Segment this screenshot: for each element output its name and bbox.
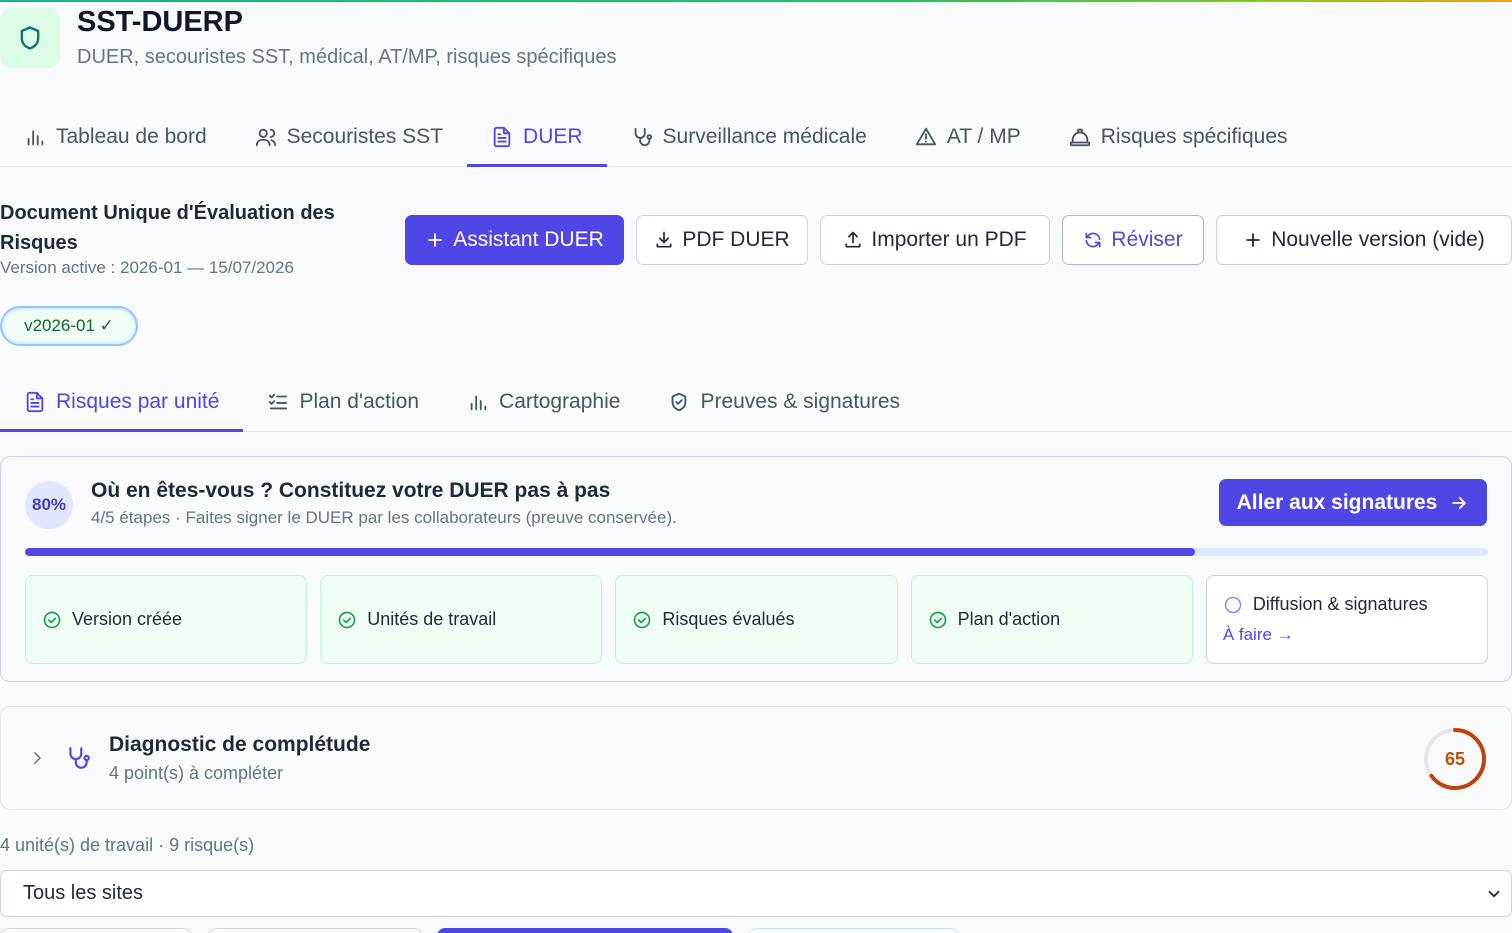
tab-label: Plan d'action (299, 389, 420, 413)
hardhat-icon (1069, 128, 1090, 147)
plus-icon (428, 233, 442, 247)
check-circle-icon (634, 611, 651, 628)
warning-icon (915, 127, 936, 146)
diagnostic-title: Diagnostic de complétude (109, 733, 371, 756)
progress-percent: 80% (25, 481, 73, 529)
tab-duer[interactable]: DUER (467, 108, 607, 167)
tab-tableau-de-bord[interactable]: Tableau de bord (0, 108, 231, 166)
document-icon (493, 126, 511, 148)
steps-list: Version créée Unités de travail Risques … (25, 575, 1489, 664)
version-line: Version active : 2026-01 — 15/07/2026 (0, 258, 294, 277)
top-accent-line (0, 0, 1512, 2)
step-label: Plan d'action (957, 609, 1061, 629)
tab-label: Tableau de bord (56, 125, 207, 148)
shield-check-icon (672, 392, 687, 411)
app-title: SST-DUERP (77, 6, 243, 38)
todo-link[interactable]: À faire → (1223, 625, 1294, 645)
reviser-button[interactable]: Réviser (1062, 215, 1204, 265)
partial-unit-cards (0, 928, 1512, 933)
unit-card[interactable] (208, 928, 422, 933)
app-subtitle: DUER, secouristes SST, médical, AT/MP, r… (77, 46, 617, 68)
new-version-button[interactable]: Nouvelle version (vide) (1216, 215, 1512, 265)
button-label: Réviser (1111, 228, 1183, 251)
check-circle-icon (43, 611, 61, 628)
import-pdf-button[interactable]: Importer un PDF (820, 215, 1050, 265)
bar-chart-icon (470, 395, 487, 410)
unit-card-active[interactable] (437, 928, 733, 933)
document-title: Document Unique d'Évaluation des Risques (0, 202, 335, 254)
tab-risques-par-unite[interactable]: Risques par unité (0, 372, 244, 432)
tab-label: Cartographie (499, 389, 621, 413)
diagnostic-card[interactable]: Diagnostic de complétude 4 point(s) à co… (0, 706, 1512, 810)
pdf-duer-button[interactable]: PDF DUER (636, 215, 808, 265)
unit-card[interactable] (748, 928, 958, 933)
empty-circle-icon (1224, 596, 1242, 613)
main-tabs: Tableau de bord Secouristes SST DUER Sur… (0, 108, 1512, 167)
tab-preuves-signatures[interactable]: Preuves & signatures (644, 372, 924, 431)
progress-subtitle: 4/5 étapes · Faites signer le DUER par l… (91, 508, 677, 527)
step-plan-action[interactable]: Plan d'action (910, 575, 1193, 664)
step-label: Unités de travail (367, 609, 497, 629)
site-select[interactable]: Tous les sites (0, 870, 1512, 917)
check-circle-icon (338, 611, 356, 628)
units-summary: 4 unité(s) de travail · 9 risque(s) (0, 835, 255, 855)
stethoscope-icon (69, 747, 90, 769)
progress-bar (25, 548, 1488, 556)
step-label: Diffusion & signatures (1252, 594, 1428, 614)
refresh-icon (1085, 232, 1101, 248)
progress-title: Où en êtes-vous ? Constituez votre DUER … (91, 479, 611, 502)
site-select-value: Tous les sites (23, 882, 144, 904)
tab-plan-action[interactable]: Plan d'action (243, 372, 443, 431)
step-unites-de-travail[interactable]: Unités de travail (320, 575, 603, 664)
go-to-signatures-button[interactable]: Aller aux signatures (1219, 479, 1487, 526)
tab-label: AT / MP (946, 125, 1021, 148)
button-label: Nouvelle version (vide) (1271, 228, 1485, 251)
app-logo (0, 8, 60, 68)
users-icon (255, 128, 276, 147)
version-pill[interactable]: v2026-01 ✓ (0, 306, 138, 346)
tab-label: Risques spécifiques (1100, 125, 1288, 148)
shield-icon (20, 26, 40, 50)
step-label: Risques évalués (662, 609, 795, 629)
step-version-creee[interactable]: Version créée (25, 575, 308, 664)
button-label: PDF DUER (682, 228, 790, 251)
unit-card[interactable] (0, 928, 192, 933)
progress-bar-fill (25, 548, 1196, 556)
stethoscope-icon (634, 127, 652, 147)
tab-label: Surveillance médicale (662, 125, 867, 148)
bar-chart-icon (27, 130, 44, 146)
tab-label: Preuves & signatures (700, 389, 901, 413)
score-value: 65 (1444, 748, 1466, 769)
tab-label: Secouristes SST (286, 125, 444, 148)
tab-risques-specifiques[interactable]: Risques spécifiques (1045, 108, 1312, 166)
download-icon (656, 231, 672, 248)
upload-icon (845, 231, 861, 248)
plus-icon (1246, 233, 1260, 247)
tab-surveillance-medicale[interactable]: Surveillance médicale (607, 108, 891, 166)
chevron-right-icon[interactable] (28, 749, 46, 767)
sub-tabs: Risques par unité Plan d'action Cartogra… (0, 372, 1512, 432)
arrow-right-icon (1452, 496, 1467, 509)
tab-at-mp[interactable]: AT / MP (891, 108, 1045, 166)
step-label: Version créée (72, 609, 183, 629)
step-diffusion-signatures[interactable]: Diffusion & signatures À faire → (1205, 575, 1489, 664)
button-label: Assistant DUER (453, 228, 604, 251)
tab-secouristes-sst[interactable]: Secouristes SST (231, 108, 467, 166)
tab-label: DUER (523, 125, 583, 148)
checklist-icon (269, 393, 288, 409)
assistant-duer-button[interactable]: Assistant DUER (405, 215, 624, 265)
chevron-down-icon (1488, 890, 1500, 898)
tab-label: Risques par unité (56, 389, 220, 413)
document-icon (26, 391, 44, 412)
step-risques-evalues[interactable]: Risques évalués (615, 575, 898, 664)
progress-card: 80% Où en êtes-vous ? Constituez votre D… (0, 456, 1512, 682)
button-label: Importer un PDF (871, 228, 1027, 251)
diagnostic-subtitle: 4 point(s) à compléter (109, 763, 284, 783)
button-label: Aller aux signatures (1236, 490, 1438, 514)
check-circle-icon (929, 611, 946, 628)
tab-cartographie[interactable]: Cartographie (443, 372, 644, 431)
